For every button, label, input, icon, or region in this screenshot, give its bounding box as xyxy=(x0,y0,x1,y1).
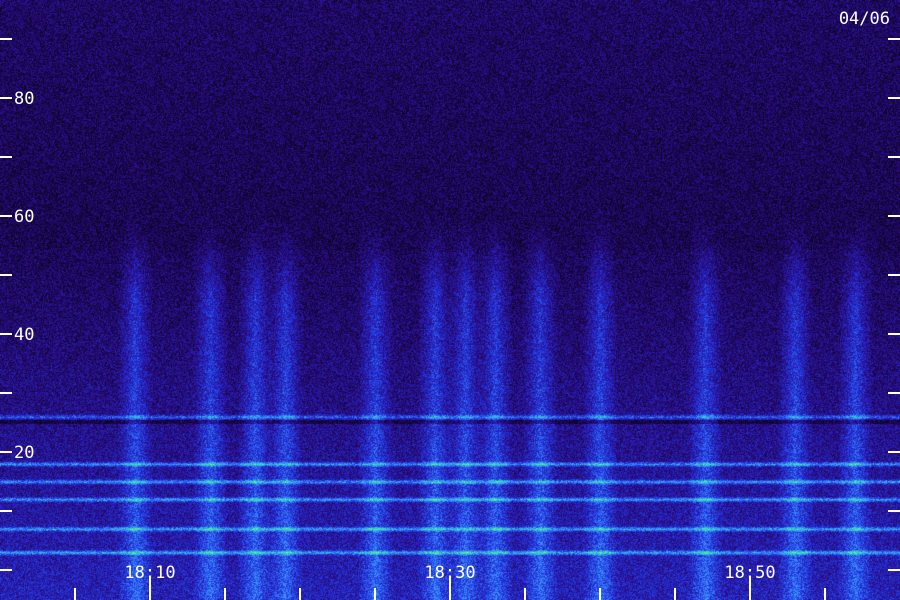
x-tick-label-18:30: 18:30 xyxy=(424,563,475,583)
y-tick-label-80: 80 xyxy=(14,89,34,109)
x-tick-label-18:50: 18:50 xyxy=(724,563,775,583)
y-tick-label-60: 60 xyxy=(14,207,34,227)
y-tick-label-40: 40 xyxy=(14,325,34,345)
x-axis-ticks: 18:10 18:30 18:50 xyxy=(74,563,826,600)
y-axis-ticks: 20406080100 xyxy=(0,38,900,571)
spectrogram-panel: 20406080100 18:1018:3018:50 04/06 xyxy=(0,0,900,600)
date-label: 04/06 xyxy=(839,9,890,29)
axes-overlay: 20406080100 18:1018:3018:50 04/06 xyxy=(0,9,900,600)
x-tick-label-18:10: 18:10 xyxy=(124,563,175,583)
y-tick-label-20: 20 xyxy=(14,443,34,463)
